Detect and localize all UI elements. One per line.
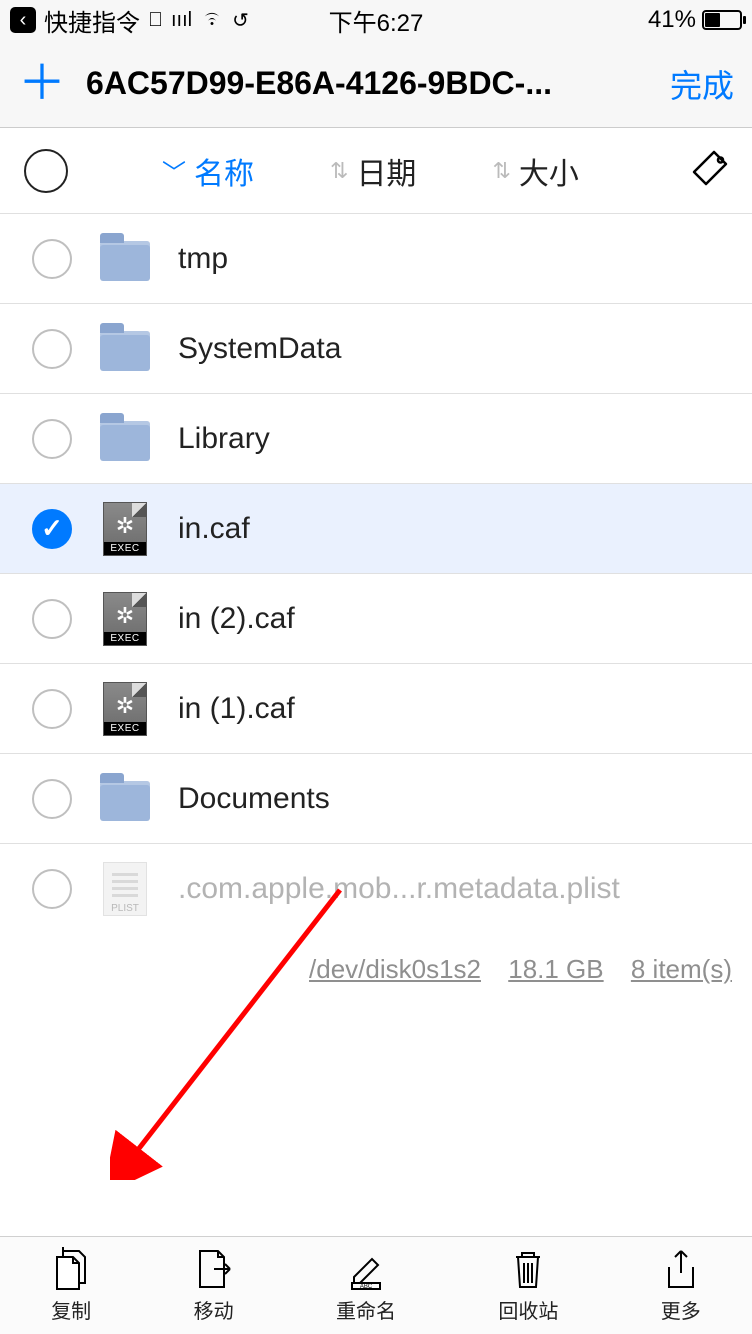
file-name: Library bbox=[178, 422, 732, 456]
tag-icon[interactable] bbox=[688, 146, 732, 195]
chevron-down-icon: ﹀ bbox=[162, 153, 186, 188]
folder-icon bbox=[100, 414, 150, 464]
select-all-radio[interactable] bbox=[24, 149, 68, 193]
select-radio[interactable] bbox=[32, 509, 72, 549]
exec-file-icon: ✲EXEC bbox=[100, 594, 150, 644]
disk-size[interactable]: 18.1 GB bbox=[508, 954, 603, 984]
sort-updown-icon: ⇅ bbox=[330, 158, 348, 184]
footer-info: /dev/disk0s1s2 18.1 GB 8 item(s) bbox=[0, 934, 752, 985]
select-radio[interactable] bbox=[32, 419, 72, 459]
trash-label: 回收站 bbox=[498, 1295, 558, 1324]
rename-icon: ABC bbox=[346, 1247, 386, 1291]
sort-size-label: 大小 bbox=[519, 149, 579, 193]
folder-icon bbox=[100, 234, 150, 284]
folder-icon bbox=[100, 774, 150, 824]
file-row[interactable]: tmp bbox=[0, 214, 752, 304]
select-radio[interactable] bbox=[32, 329, 72, 369]
file-row[interactable]: ✲EXEC in (2).caf bbox=[0, 574, 752, 664]
select-radio[interactable] bbox=[32, 599, 72, 639]
file-name: in (2).caf bbox=[178, 602, 732, 636]
move-icon bbox=[194, 1247, 234, 1291]
file-row[interactable]: Library bbox=[0, 394, 752, 484]
sort-date-label: 日期 bbox=[356, 149, 416, 193]
file-name: Documents bbox=[178, 782, 732, 816]
status-bar: ‹ 快捷指令 􀙇 ıııl ↺ 下午6:27 41% bbox=[0, 0, 752, 40]
copy-label: 复制 bbox=[51, 1295, 91, 1324]
sort-bar: ﹀ 名称 ⇅ 日期 ⇅ 大小 bbox=[0, 128, 752, 214]
sort-by-name[interactable]: ﹀ 名称 bbox=[162, 149, 254, 193]
svg-text:ABC: ABC bbox=[360, 1284, 373, 1290]
file-name: tmp bbox=[178, 242, 732, 276]
select-radio[interactable] bbox=[32, 779, 72, 819]
rename-label: 重命名 bbox=[336, 1295, 396, 1324]
file-name: in (1).caf bbox=[178, 692, 732, 726]
disk-path[interactable]: /dev/disk0s1s2 bbox=[309, 954, 481, 984]
copy-button[interactable]: 复制 bbox=[51, 1247, 91, 1324]
sort-updown-icon: ⇅ bbox=[492, 158, 510, 184]
file-name: SystemData bbox=[178, 332, 732, 366]
file-list: tmp SystemData Library ✲EXEC in.caf ✲EXEC in (… bbox=[0, 214, 752, 934]
battery-percent: 41% bbox=[648, 6, 696, 34]
add-button[interactable]: ＋ bbox=[18, 60, 66, 108]
plist-file-icon: PLIST bbox=[100, 864, 150, 914]
location-icon: ↺ bbox=[232, 8, 249, 33]
exec-file-icon: ✲EXEC bbox=[100, 684, 150, 734]
item-count[interactable]: 8 item(s) bbox=[631, 954, 732, 984]
cellular-icon: 􀙇 bbox=[148, 9, 163, 32]
trash-button[interactable]: 回收站 bbox=[498, 1247, 558, 1324]
file-row[interactable]: Documents bbox=[0, 754, 752, 844]
exec-file-icon: ✲EXEC bbox=[100, 504, 150, 554]
share-icon bbox=[661, 1247, 701, 1291]
select-radio[interactable] bbox=[32, 239, 72, 279]
file-row[interactable]: ✲EXEC in.caf bbox=[0, 484, 752, 574]
file-row[interactable]: PLIST .com.apple.mob...r.metadata.plist bbox=[0, 844, 752, 934]
sort-name-label: 名称 bbox=[194, 149, 254, 193]
copy-icon bbox=[51, 1247, 91, 1291]
select-radio[interactable] bbox=[32, 869, 72, 909]
file-name: .com.apple.mob...r.metadata.plist bbox=[178, 872, 732, 906]
back-chevron-icon[interactable]: ‹ bbox=[10, 7, 36, 33]
select-radio[interactable] bbox=[32, 689, 72, 729]
rename-button[interactable]: ABC 重命名 bbox=[336, 1247, 396, 1324]
wifi-icon bbox=[200, 8, 224, 32]
file-row[interactable]: SystemData bbox=[0, 304, 752, 394]
sort-by-date[interactable]: ⇅ 日期 bbox=[330, 149, 416, 193]
nav-header: ＋ 6AC57D99-E86A-4126-9BDC-... 完成 bbox=[0, 40, 752, 128]
file-row[interactable]: ✲EXEC in (1).caf bbox=[0, 664, 752, 754]
trash-icon bbox=[508, 1247, 548, 1291]
bottom-toolbar: 复制 移动 ABC 重命名 回收站 更多 bbox=[0, 1236, 752, 1334]
status-time: 下午6:27 bbox=[329, 3, 424, 38]
done-button[interactable]: 完成 bbox=[670, 61, 734, 107]
sort-by-size[interactable]: ⇅ 大小 bbox=[492, 149, 578, 193]
status-app-name[interactable]: 快捷指令 bbox=[44, 3, 140, 38]
more-label: 更多 bbox=[661, 1295, 701, 1324]
move-button[interactable]: 移动 bbox=[194, 1247, 234, 1324]
move-label: 移动 bbox=[194, 1295, 234, 1324]
file-name: in.caf bbox=[178, 512, 732, 546]
page-title: 6AC57D99-E86A-4126-9BDC-... bbox=[86, 65, 650, 102]
battery-icon bbox=[702, 10, 742, 30]
folder-icon bbox=[100, 324, 150, 374]
more-button[interactable]: 更多 bbox=[661, 1247, 701, 1324]
signal-bars-icon: ıııl bbox=[171, 9, 192, 32]
